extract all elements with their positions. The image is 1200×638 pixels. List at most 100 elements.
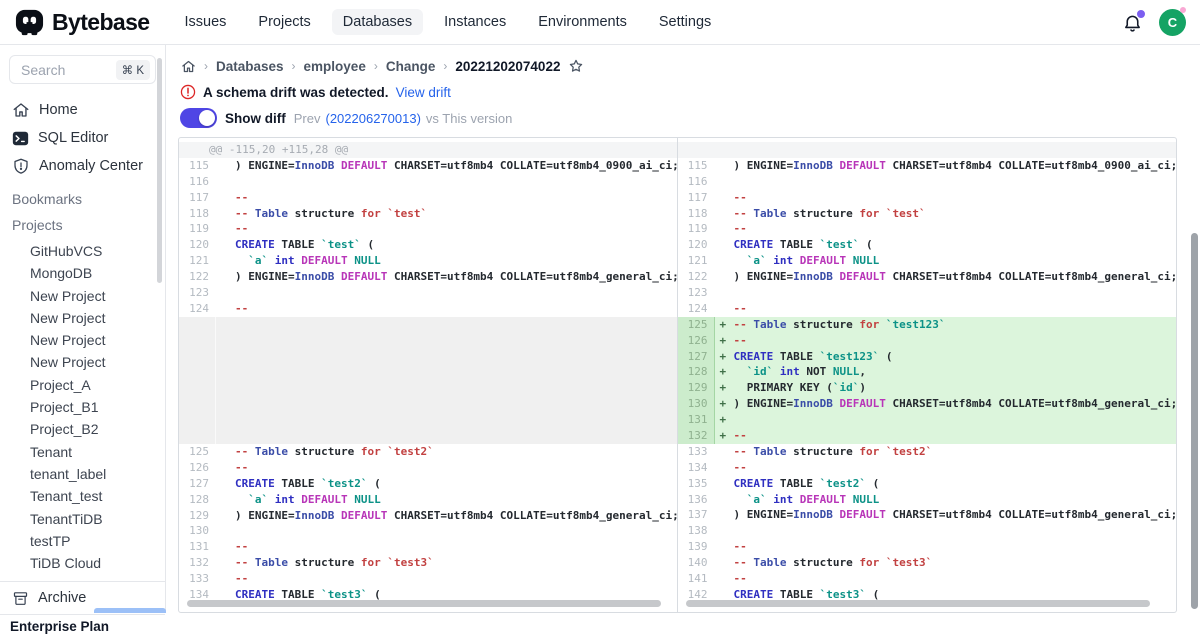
star-icon[interactable] bbox=[568, 58, 584, 74]
line-number: 138 bbox=[678, 523, 714, 539]
diff-marker bbox=[215, 571, 235, 587]
diff-marker bbox=[215, 237, 235, 253]
show-diff-toggle[interactable] bbox=[180, 108, 217, 128]
page-scrollbar[interactable] bbox=[1191, 233, 1198, 609]
line-number: 124 bbox=[179, 301, 215, 317]
project-item[interactable]: New Project bbox=[0, 351, 165, 373]
line-number: 133 bbox=[179, 571, 215, 587]
line-number: 121 bbox=[179, 253, 215, 269]
project-item[interactable]: MongoDB bbox=[0, 262, 165, 284]
project-item[interactable]: Project_A bbox=[0, 374, 165, 396]
breadcrumb: › Databases › employee › Change › 202212… bbox=[181, 58, 584, 74]
project-item[interactable]: New Project bbox=[0, 307, 165, 329]
home-icon[interactable] bbox=[181, 59, 196, 74]
project-item[interactable]: Project_B1 bbox=[0, 396, 165, 418]
home-icon bbox=[12, 101, 30, 119]
project-item[interactable]: Project_B2 bbox=[0, 418, 165, 440]
search-box[interactable]: ⌘ K bbox=[9, 55, 156, 84]
bytebase-logo[interactable]: Bytebase bbox=[14, 7, 149, 38]
sidebar-item-home[interactable]: Home bbox=[0, 96, 165, 124]
sidebar-item-sql-editor[interactable]: SQL Editor bbox=[0, 124, 165, 152]
diff-pane-previous[interactable]: @@ -115,20 +115,28 @@115) ENGINE=InnoDB … bbox=[179, 138, 678, 612]
topnav-item-databases[interactable]: Databases bbox=[332, 9, 423, 35]
diff-marker bbox=[215, 555, 235, 571]
project-item[interactable]: testTP bbox=[0, 530, 165, 552]
project-item[interactable]: TiDB Cloud bbox=[0, 552, 165, 574]
topnav-item-environments[interactable]: Environments bbox=[527, 9, 638, 35]
diff-pane-current[interactable]: 115) ENGINE=InnoDB DEFAULT CHARSET=utf8m… bbox=[678, 138, 1177, 612]
breadcrumb-item-employee[interactable]: employee bbox=[304, 59, 366, 74]
topnav-item-settings[interactable]: Settings bbox=[648, 9, 722, 35]
breadcrumb-separator: › bbox=[374, 59, 378, 73]
horizontal-scrollbar[interactable] bbox=[187, 600, 661, 607]
topnav-item-issues[interactable]: Issues bbox=[173, 9, 237, 35]
prev-label: Prev bbox=[294, 111, 321, 126]
diff-line: 117-- bbox=[179, 190, 677, 206]
project-item[interactable]: New Project bbox=[0, 329, 165, 351]
code-text: `a` int DEFAULT NULL bbox=[734, 253, 1177, 269]
line-number: 139 bbox=[678, 539, 714, 555]
code-text: ) ENGINE=InnoDB DEFAULT CHARSET=utf8mb4 … bbox=[734, 507, 1177, 523]
avatar-letter: C bbox=[1168, 15, 1177, 30]
diff-line: 123 bbox=[678, 285, 1177, 301]
search-input[interactable] bbox=[19, 61, 97, 79]
view-drift-link[interactable]: View drift bbox=[396, 85, 451, 100]
sidebar-item-label: Anomaly Center bbox=[39, 158, 143, 174]
code-text: -- bbox=[734, 190, 1177, 206]
breadcrumb-separator: › bbox=[443, 59, 447, 73]
diff-line: 119-- bbox=[179, 221, 677, 237]
avatar[interactable]: C bbox=[1159, 9, 1186, 36]
code-text: -- bbox=[235, 460, 677, 476]
diff-marker bbox=[215, 269, 235, 285]
topnav-item-instances[interactable]: Instances bbox=[433, 9, 517, 35]
diff-marker bbox=[714, 492, 734, 508]
line-number: 118 bbox=[179, 206, 215, 222]
code-text: CREATE TABLE `test2` ( bbox=[734, 476, 1177, 492]
diff-line: 121 `a` int DEFAULT NULL bbox=[678, 253, 1177, 269]
diff-marker bbox=[215, 158, 235, 174]
project-item[interactable]: GitHubVCS bbox=[0, 240, 165, 262]
project-item[interactable]: New Project bbox=[0, 285, 165, 307]
sidebar-item-anomaly-center[interactable]: Anomaly Center bbox=[0, 152, 165, 180]
line-number: 133 bbox=[678, 444, 714, 460]
diff-line: 127CREATE TABLE `test2` ( bbox=[179, 476, 677, 492]
breadcrumb-item-databases[interactable]: Databases bbox=[216, 59, 284, 74]
project-item[interactable]: TenantTiDB bbox=[0, 508, 165, 530]
notifications-button[interactable] bbox=[1122, 12, 1143, 33]
code-text: -- bbox=[734, 333, 1177, 349]
diff-line: 122) ENGINE=InnoDB DEFAULT CHARSET=utf8m… bbox=[678, 269, 1177, 285]
line-number: 131 bbox=[179, 539, 215, 555]
line-number: 118 bbox=[678, 206, 714, 222]
diff-line: 133-- bbox=[179, 571, 677, 587]
line-number: 129 bbox=[179, 508, 215, 524]
line-number: 128 bbox=[179, 492, 215, 508]
project-list: GitHubVCSMongoDBNew ProjectNew ProjectNe… bbox=[0, 240, 165, 574]
code-text: -- Table structure for `test3` bbox=[734, 555, 1177, 571]
diff-line: 122) ENGINE=InnoDB DEFAULT CHARSET=utf8m… bbox=[179, 269, 677, 285]
diff-marker bbox=[714, 476, 734, 492]
diff-line: 124-- bbox=[179, 301, 677, 317]
prev-version-link[interactable]: (202206270013) bbox=[325, 111, 420, 126]
code-text: `id` int NOT NULL, bbox=[734, 364, 1177, 380]
diff-line: 130+) ENGINE=InnoDB DEFAULT CHARSET=utf8… bbox=[678, 396, 1177, 412]
breadcrumb-item-change[interactable]: Change bbox=[386, 59, 436, 74]
code-text: ) ENGINE=InnoDB DEFAULT CHARSET=utf8mb4 … bbox=[235, 508, 677, 524]
project-item[interactable]: Tenant bbox=[0, 441, 165, 463]
diff-line: 135CREATE TABLE `test2` ( bbox=[678, 476, 1177, 492]
diff-line: 119-- bbox=[678, 221, 1177, 237]
sidebar-scrollbar[interactable] bbox=[157, 58, 162, 283]
line-number: 140 bbox=[678, 555, 714, 571]
code-text bbox=[734, 412, 1177, 428]
code-text: -- bbox=[734, 539, 1177, 555]
project-item[interactable]: Tenant_test bbox=[0, 485, 165, 507]
diff-line: 120CREATE TABLE `test` ( bbox=[678, 237, 1177, 253]
diff-line: 117-- bbox=[678, 190, 1177, 206]
line-number: 122 bbox=[179, 269, 215, 285]
code-text: CREATE TABLE `test123` ( bbox=[734, 349, 1177, 365]
code-text bbox=[734, 523, 1177, 539]
breadcrumb-separator: › bbox=[204, 59, 208, 73]
horizontal-scrollbar[interactable] bbox=[686, 600, 1151, 607]
topnav-item-projects[interactable]: Projects bbox=[247, 9, 321, 35]
topnav-menu: Issues Projects Databases Instances Environm… bbox=[173, 9, 722, 35]
project-item[interactable]: tenant_label bbox=[0, 463, 165, 485]
